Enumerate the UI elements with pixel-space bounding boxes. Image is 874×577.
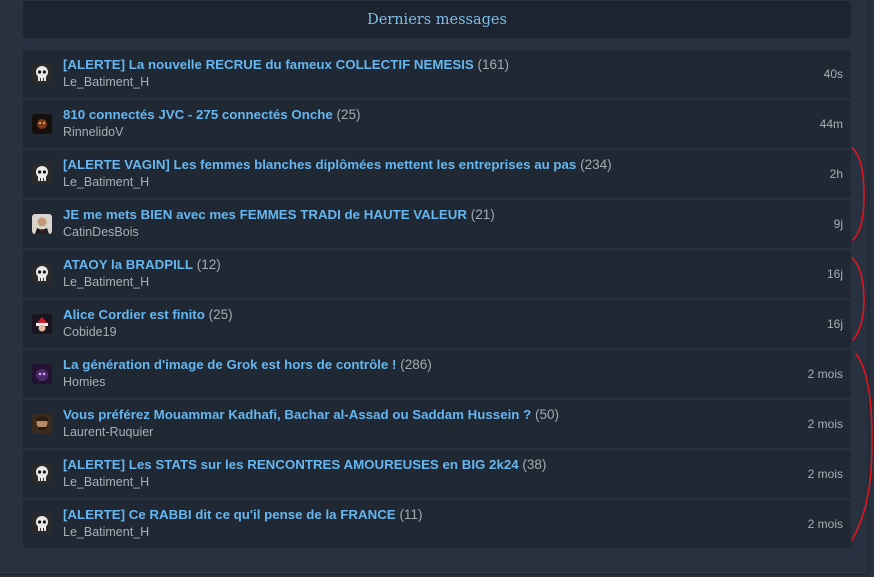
author-name[interactable]: Le_Batiment_H: [63, 174, 761, 190]
santa-avatar[interactable]: [32, 314, 52, 334]
message-title-line: Vous préférez Mouammar Kadhafi, Bachar a…: [63, 406, 761, 423]
skull-avatar[interactable]: [32, 464, 52, 484]
reply-count: (234): [580, 157, 612, 172]
message-text-block: [ALERTE] Ce RABBI dit ce qu'il pense de …: [63, 506, 761, 540]
topic-title-link[interactable]: La génération d'image de Grok est hors d…: [63, 357, 396, 372]
message-row[interactable]: [ALERTE VAGIN] Les femmes blanches diplô…: [23, 150, 851, 198]
message-row[interactable]: La génération d'image de Grok est hors d…: [23, 350, 851, 398]
message-row[interactable]: JE me mets BIEN avec mes FEMMES TRADI de…: [23, 200, 851, 248]
message-row[interactable]: [ALERTE] La nouvelle RECRUE du fameux CO…: [23, 50, 851, 98]
suit-avatar[interactable]: [32, 214, 52, 234]
panel-header: Derniers messages: [23, 1, 851, 38]
message-text-block: [ALERTE VAGIN] Les femmes blanches diplô…: [63, 156, 761, 190]
reply-count: (286): [400, 357, 432, 372]
face-avatar[interactable]: [32, 414, 52, 434]
author-name[interactable]: Laurent-Ruquier: [63, 424, 761, 440]
topic-title-link[interactable]: Vous préférez Mouammar Kadhafi, Bachar a…: [63, 407, 531, 422]
reply-count: (21): [470, 207, 495, 222]
reply-count: (50): [535, 407, 560, 422]
author-name[interactable]: Le_Batiment_H: [63, 474, 761, 490]
message-row[interactable]: [ALERTE] Les STATS sur les RENCONTRES AM…: [23, 450, 851, 498]
latest-messages-panel: Derniers messages [ALERTE] La nouvelle R…: [0, 0, 869, 575]
topic-title-link[interactable]: [ALERTE] La nouvelle RECRUE du fameux CO…: [63, 57, 474, 72]
message-title-line: [ALERTE] Ce RABBI dit ce qu'il pense de …: [63, 506, 761, 523]
message-title-line: Alice Cordier est finito (25): [63, 306, 761, 323]
message-time: 16j: [826, 317, 843, 331]
dark-avatar[interactable]: [32, 114, 52, 134]
message-time: 2 mois: [807, 467, 843, 481]
message-row[interactable]: [ALERTE] Ce RABBI dit ce qu'il pense de …: [23, 500, 851, 548]
topic-title-link[interactable]: Alice Cordier est finito: [63, 307, 205, 322]
reply-count: (25): [336, 107, 361, 122]
author-name[interactable]: Le_Batiment_H: [63, 74, 761, 90]
reply-count: (11): [399, 507, 423, 522]
skull-avatar[interactable]: [32, 514, 52, 534]
message-row[interactable]: Vous préférez Mouammar Kadhafi, Bachar a…: [23, 400, 851, 448]
message-text-block: La génération d'image de Grok est hors d…: [63, 356, 761, 390]
author-name[interactable]: CatinDesBois: [63, 224, 761, 240]
message-text-block: 810 connectés JVC - 275 connectés Onche …: [63, 106, 761, 140]
message-title-line: [ALERTE VAGIN] Les femmes blanches diplô…: [63, 156, 761, 173]
purple-avatar[interactable]: [32, 364, 52, 384]
message-text-block: ATAOY la BRADPILL (12) Le_Batiment_H: [63, 256, 761, 290]
message-text-block: JE me mets BIEN avec mes FEMMES TRADI de…: [63, 206, 761, 240]
topic-title-link[interactable]: [ALERTE] Ce RABBI dit ce qu'il pense de …: [63, 507, 396, 522]
message-title-line: [ALERTE] Les STATS sur les RENCONTRES AM…: [63, 456, 761, 473]
message-text-block: Alice Cordier est finito (25) Cobide19: [63, 306, 761, 340]
message-row[interactable]: 810 connectés JVC - 275 connectés Onche …: [23, 100, 851, 148]
message-text-block: [ALERTE] Les STATS sur les RENCONTRES AM…: [63, 456, 761, 490]
topic-title-link[interactable]: 810 connectés JVC - 275 connectés Onche: [63, 107, 333, 122]
message-list: [ALERTE] La nouvelle RECRUE du fameux CO…: [23, 50, 851, 550]
skull-avatar[interactable]: [32, 64, 52, 84]
message-time: 2 mois: [807, 517, 843, 531]
message-title-line: La génération d'image de Grok est hors d…: [63, 356, 761, 373]
topic-title-link[interactable]: ATAOY la BRADPILL: [63, 257, 193, 272]
message-time: 2 mois: [807, 417, 843, 431]
message-title-line: JE me mets BIEN avec mes FEMMES TRADI de…: [63, 206, 761, 223]
message-row[interactable]: Alice Cordier est finito (25) Cobide19 16j: [23, 300, 851, 348]
message-title-line: [ALERTE] La nouvelle RECRUE du fameux CO…: [63, 56, 761, 73]
message-time: 2 mois: [807, 367, 843, 381]
author-name[interactable]: Homies: [63, 374, 761, 390]
topic-title-link[interactable]: [ALERTE VAGIN] Les femmes blanches diplô…: [63, 157, 576, 172]
reply-count: (38): [522, 457, 547, 472]
topic-title-link[interactable]: JE me mets BIEN avec mes FEMMES TRADI de…: [63, 207, 467, 222]
reply-count: (161): [477, 57, 510, 72]
skull-avatar[interactable]: [32, 164, 52, 184]
message-time: 9j: [833, 217, 843, 231]
panel-title: Derniers messages: [367, 11, 507, 28]
message-text-block: [ALERTE] La nouvelle RECRUE du fameux CO…: [63, 56, 761, 90]
message-title-line: 810 connectés JVC - 275 connectés Onche …: [63, 106, 761, 123]
author-name[interactable]: Le_Batiment_H: [63, 524, 761, 540]
message-row[interactable]: ATAOY la BRADPILL (12) Le_Batiment_H 16j: [23, 250, 851, 298]
message-time: 44m: [819, 117, 843, 131]
message-time: 16j: [826, 267, 843, 281]
reply-count: (12): [196, 257, 221, 272]
message-time: 2h: [829, 167, 843, 181]
message-title-line: ATAOY la BRADPILL (12): [63, 256, 761, 273]
message-text-block: Vous préférez Mouammar Kadhafi, Bachar a…: [63, 406, 761, 440]
author-name[interactable]: Cobide19: [63, 324, 761, 340]
author-name[interactable]: RinnelidoV: [63, 124, 761, 140]
topic-title-link[interactable]: [ALERTE] Les STATS sur les RENCONTRES AM…: [63, 457, 519, 472]
message-time: 40s: [823, 67, 843, 81]
reply-count: (25): [208, 307, 233, 322]
skull-avatar[interactable]: [32, 264, 52, 284]
author-name[interactable]: Le_Batiment_H: [63, 274, 761, 290]
